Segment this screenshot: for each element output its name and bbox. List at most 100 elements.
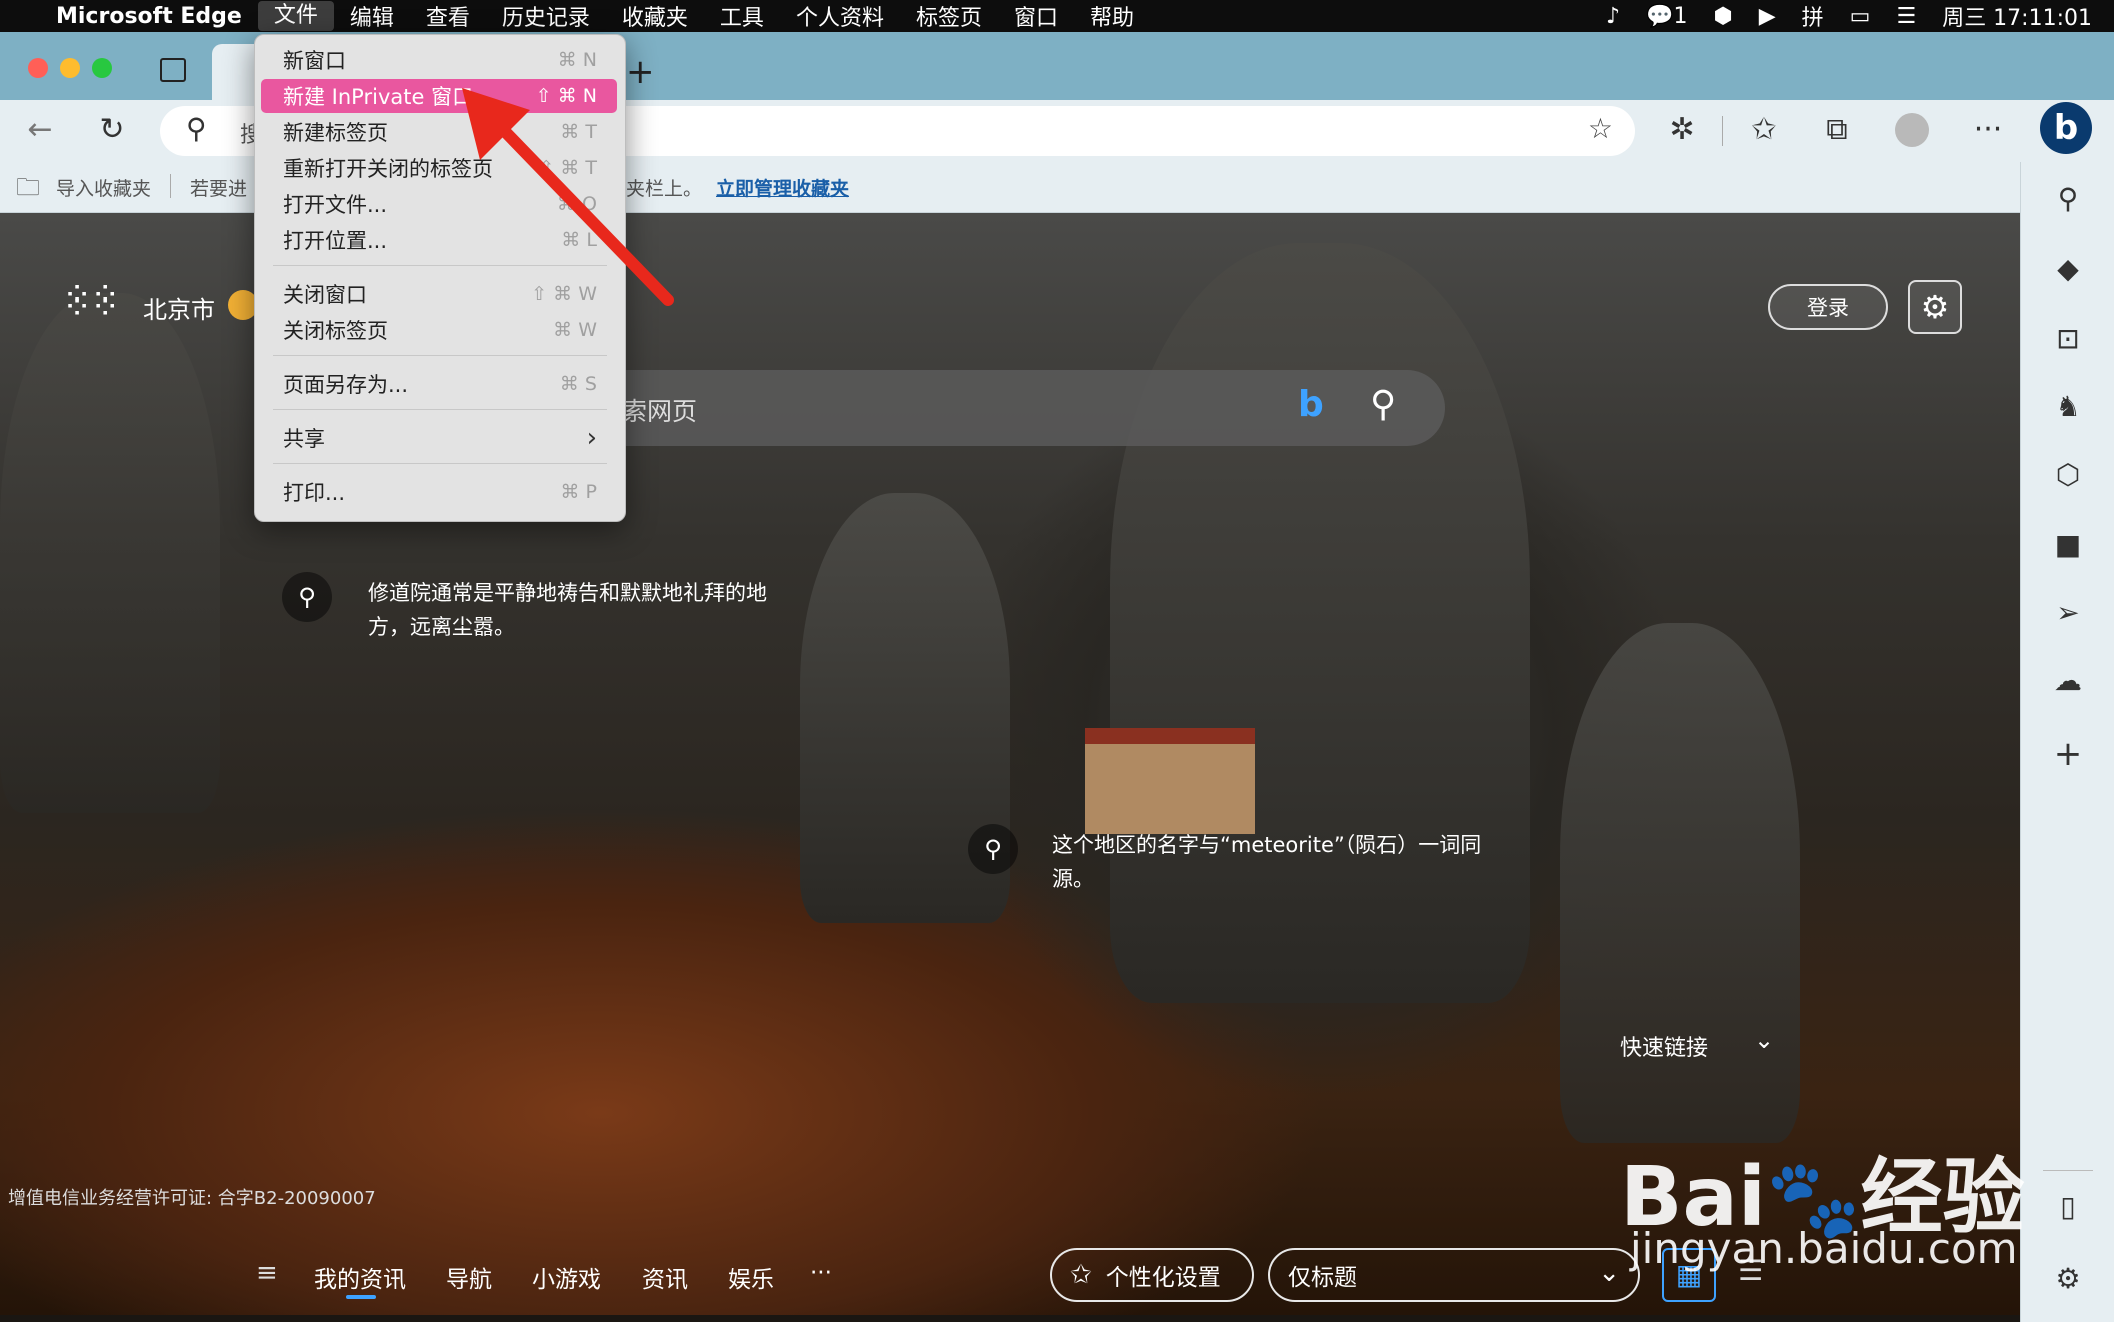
- menu-separator: [273, 355, 607, 356]
- sidebar-shopping-icon[interactable]: ◆: [2021, 252, 2114, 285]
- minimize-window-button[interactable]: [60, 58, 80, 78]
- menu-view[interactable]: 查看: [410, 0, 486, 32]
- sidebar-drop-icon[interactable]: ☁: [2021, 664, 2114, 697]
- sidebar-games-icon[interactable]: ♞: [2021, 390, 2114, 423]
- shield-status-icon[interactable]: ⬢: [1714, 4, 1733, 29]
- menu-help[interactable]: 帮助: [1074, 0, 1150, 32]
- favbar-divider: [170, 174, 171, 198]
- sparkle-icon: ✩: [1070, 1260, 1092, 1290]
- menu-file[interactable]: 文件: [257, 1, 334, 31]
- edge-sidebar: ⚲ ◆ ⊡ ♞ ⬡ ■ ➢ ☁ + ▯ ⚙: [2020, 162, 2114, 1322]
- sidebar-tools-icon[interactable]: ⊡: [2021, 322, 2114, 355]
- menu-item-new-window[interactable]: 新窗口 ⌘ N: [261, 43, 617, 77]
- menu-item-shortcut: ⌘ W: [553, 319, 597, 341]
- menu-item-label: 打开文件...: [283, 193, 388, 217]
- search-input-placeholder: 索网页: [622, 397, 698, 426]
- wechat-icon[interactable]: 💬1: [1646, 4, 1687, 29]
- web-search-box[interactable]: 索网页 b ⚲: [560, 370, 1445, 446]
- feed-menu-icon[interactable]: ≡: [256, 1258, 278, 1288]
- close-window-button[interactable]: [28, 58, 48, 78]
- play-icon[interactable]: ▶: [1759, 4, 1776, 29]
- sidebar-search-icon[interactable]: ⚲: [2021, 182, 2114, 215]
- battery-icon[interactable]: ▭: [1850, 4, 1871, 29]
- content-mode-select[interactable]: 仅标题 ⌄: [1268, 1248, 1640, 1302]
- nav-my-news[interactable]: 我的资讯: [314, 1260, 406, 1294]
- extensions-icon[interactable]: ✲: [1660, 110, 1704, 150]
- menu-item-label: 关闭窗口: [283, 283, 367, 307]
- nav-games[interactable]: 小游戏: [532, 1260, 601, 1294]
- input-method-icon[interactable]: 拼: [1802, 0, 1824, 32]
- nav-more[interactable]: ···: [810, 1260, 832, 1286]
- menu-separator: [273, 409, 607, 410]
- menu-edit[interactable]: 编辑: [334, 0, 410, 32]
- back-button[interactable]: ←: [18, 110, 62, 150]
- sidebar-divider: [2043, 1170, 2093, 1171]
- import-favorites-link[interactable]: 导入收藏夹: [56, 174, 151, 201]
- menu-item-label: 页面另存为...: [283, 373, 409, 397]
- menu-tools[interactable]: 工具: [704, 0, 780, 32]
- app-menu[interactable]: Microsoft Edge: [40, 4, 258, 29]
- fact-search-icon[interactable]: ⚲: [282, 572, 332, 622]
- manage-favorites-link[interactable]: 立即管理收藏夹: [716, 174, 849, 201]
- personalize-button[interactable]: ✩ 个性化设置: [1050, 1248, 1254, 1302]
- more-menu-icon[interactable]: ···: [1966, 110, 2010, 150]
- menu-item-save-page-as[interactable]: 页面另存为... ⌘ S: [261, 367, 617, 401]
- menu-profile[interactable]: 个人资料: [780, 0, 900, 32]
- menu-item-shortcut: ⌘ N: [557, 49, 597, 71]
- login-button[interactable]: 登录: [1768, 284, 1888, 330]
- favorites-icon[interactable]: ✩: [1742, 110, 1786, 150]
- menu-item-print[interactable]: 打印... ⌘ P: [261, 475, 617, 509]
- menu-item-label: 打开位置...: [283, 229, 388, 253]
- submenu-chevron-icon: ›: [586, 423, 597, 453]
- nav-active-underline: [346, 1295, 376, 1299]
- quick-links-label[interactable]: 快速链接: [1620, 1030, 1708, 1062]
- menu-favorites[interactable]: 收藏夹: [606, 0, 704, 32]
- toolbar-divider: [1722, 116, 1723, 146]
- tab-actions-icon[interactable]: [160, 58, 186, 82]
- license-text: 增值电信业务经营许可证: 合字B2-20090007: [8, 1188, 376, 1209]
- menu-item-share[interactable]: 共享 ›: [261, 421, 617, 455]
- tiktok-icon[interactable]: ♪: [1606, 4, 1620, 29]
- chevron-down-icon[interactable]: ⌄: [1754, 1026, 1774, 1054]
- add-favorite-icon[interactable]: ☆: [1588, 112, 1613, 145]
- weather-location[interactable]: 北京市: [143, 290, 215, 325]
- fact-search-icon-2[interactable]: ⚲: [968, 824, 1018, 874]
- content-mode-value: 仅标题: [1288, 1265, 1357, 1291]
- menu-tabs[interactable]: 标签页: [900, 0, 998, 32]
- rock-formation-right: [1560, 623, 1800, 1143]
- refresh-button[interactable]: ↻: [90, 110, 134, 150]
- fact-text-2[interactable]: 这个地区的名字与“meteorite”（陨石）一词同源。: [1052, 828, 1484, 896]
- page-settings-button[interactable]: ⚙: [1908, 280, 1962, 334]
- zoom-window-button[interactable]: [92, 58, 112, 78]
- sidebar-hide-icon[interactable]: ▯: [2021, 1190, 2114, 1223]
- menu-item-label: 关闭标签页: [283, 319, 388, 343]
- nav-navigation[interactable]: 导航: [446, 1260, 492, 1294]
- sidebar-outlook-icon[interactable]: ■: [2021, 528, 2114, 561]
- search-submit-icon[interactable]: ⚲: [1370, 384, 1396, 425]
- apps-launcher-icon[interactable]: ⁘⁘ ⁘⁘: [62, 278, 120, 326]
- sidebar-send-icon[interactable]: ➢: [2021, 596, 2114, 629]
- copilot-icon[interactable]: b: [2040, 102, 2092, 154]
- menu-item-label: 新窗口: [283, 49, 346, 73]
- menu-item-label: 打印...: [283, 481, 346, 505]
- menu-item-label: 新建标签页: [283, 121, 388, 145]
- fact-text-1[interactable]: 修道院通常是平静地祷告和默默地礼拜的地方，远离尘嚣。: [368, 576, 800, 644]
- menu-separator: [273, 463, 607, 464]
- clock[interactable]: 周三 17:11:01: [1942, 0, 2092, 32]
- menu-window[interactable]: 窗口: [998, 0, 1074, 32]
- import-folder-icon[interactable]: 🗀: [16, 170, 40, 211]
- sidebar-add-icon[interactable]: +: [2021, 734, 2114, 774]
- personalize-label: 个性化设置: [1105, 1265, 1221, 1291]
- control-center-icon[interactable]: ☰: [1896, 4, 1916, 29]
- menu-item-shortcut: ⌘ S: [559, 373, 597, 395]
- sidebar-microsoft365-icon[interactable]: ⬡: [2021, 458, 2114, 491]
- nav-entertainment[interactable]: 娱乐: [728, 1260, 774, 1294]
- nav-info[interactable]: 资讯: [642, 1260, 688, 1294]
- collections-icon[interactable]: ⧉: [1815, 110, 1859, 150]
- menu-history[interactable]: 历史记录: [486, 0, 606, 32]
- sidebar-settings-icon[interactable]: ⚙: [2021, 1262, 2114, 1295]
- bing-icon[interactable]: b: [1298, 384, 1324, 425]
- menu-item-shortcut: ⌘ P: [560, 481, 598, 503]
- wechat-count: 1: [1673, 3, 1688, 29]
- profile-avatar[interactable]: [1895, 113, 1929, 147]
